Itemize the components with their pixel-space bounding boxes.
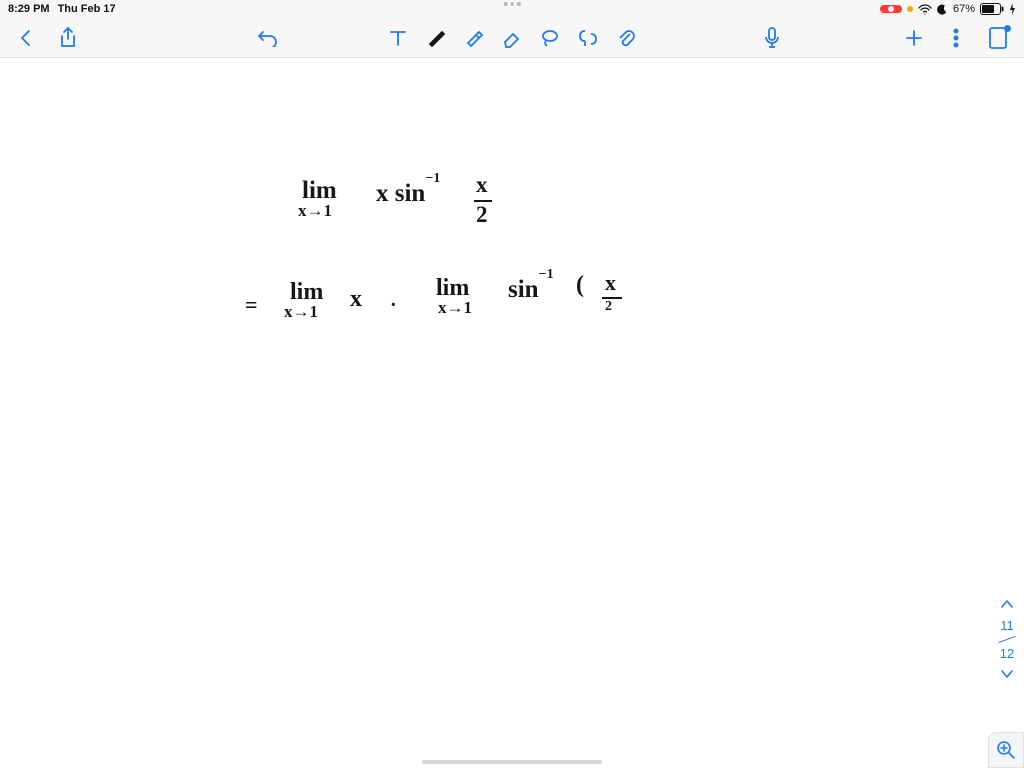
page-current-number: 11 xyxy=(1000,618,1014,633)
status-date: Thu Feb 17 xyxy=(58,3,116,15)
handwriting-line2b-fraction: x 2 xyxy=(600,270,622,315)
status-right: 67% xyxy=(880,3,1016,15)
handwriting-line2b-lim: lim x→1 xyxy=(436,276,472,317)
back-button[interactable] xyxy=(14,26,38,50)
do-not-disturb-icon xyxy=(937,4,948,15)
record-dot-icon xyxy=(888,6,894,12)
more-options-button[interactable] xyxy=(944,26,968,50)
page-divider-icon xyxy=(998,636,1015,643)
zoom-in-button[interactable] xyxy=(988,732,1024,768)
eraser-tool-button[interactable] xyxy=(500,26,524,50)
handwriting-line2a-lim: lim x→1 xyxy=(290,280,323,321)
handwriting-line1-expr: x sin−1 xyxy=(376,180,440,208)
app-toolbar xyxy=(0,18,1024,58)
microphone-button[interactable] xyxy=(760,26,784,50)
handwriting-line1-lim: lim x→1 xyxy=(302,178,337,220)
status-left: 8:29 PM Thu Feb 17 xyxy=(8,3,116,15)
lasso-tool-button[interactable] xyxy=(538,26,562,50)
toolbar-right-group xyxy=(902,26,1010,50)
mic-in-use-dot-icon xyxy=(907,6,913,12)
dot-icon xyxy=(510,2,514,6)
screen-recording-indicator[interactable] xyxy=(880,5,902,13)
note-canvas[interactable]: lim x→1 x sin−1 x 2 = lim x→1 x · lim x→… xyxy=(0,58,1024,768)
text-tool-button[interactable] xyxy=(386,26,410,50)
undo-button[interactable] xyxy=(256,26,280,50)
toolbar-tools-group xyxy=(386,26,638,50)
toolbar-left-group xyxy=(14,26,280,50)
shape-tool-button[interactable] xyxy=(576,26,600,50)
wifi-icon xyxy=(918,4,932,15)
battery-percentage: 67% xyxy=(953,3,975,15)
handwriting-line2a-x: x xyxy=(350,286,362,313)
pen-tool-button[interactable] xyxy=(424,26,448,50)
page-next-button[interactable] xyxy=(1000,667,1014,682)
page-total-number: 12 xyxy=(1000,646,1014,661)
dot-icon xyxy=(504,2,508,6)
ios-status-bar: 8:29 PM Thu Feb 17 67% xyxy=(0,0,1024,18)
share-button[interactable] xyxy=(56,26,80,50)
handwriting-line2b-sin: sin−1 xyxy=(508,276,554,304)
handwriting-line2b-paren: ( xyxy=(576,272,584,299)
highlighter-tool-button[interactable] xyxy=(462,26,486,50)
handwriting-multiply-dot: · xyxy=(390,294,397,317)
dot-icon xyxy=(517,2,521,6)
pencil-charge-icon xyxy=(1009,3,1016,15)
multitask-dots[interactable] xyxy=(504,2,521,6)
handwriting-line1-fraction: x 2 xyxy=(472,172,492,228)
status-time: 8:29 PM xyxy=(8,3,50,15)
battery-icon xyxy=(980,3,1004,15)
attachment-tool-button[interactable] xyxy=(614,26,638,50)
page-view-button[interactable] xyxy=(986,26,1010,50)
add-button[interactable] xyxy=(902,26,926,50)
page-prev-button[interactable] xyxy=(1000,597,1014,612)
notification-dot-icon xyxy=(1004,25,1011,32)
home-indicator[interactable] xyxy=(422,760,602,764)
handwriting-equals: = xyxy=(245,292,258,318)
page-navigator: 11 12 xyxy=(998,597,1016,682)
